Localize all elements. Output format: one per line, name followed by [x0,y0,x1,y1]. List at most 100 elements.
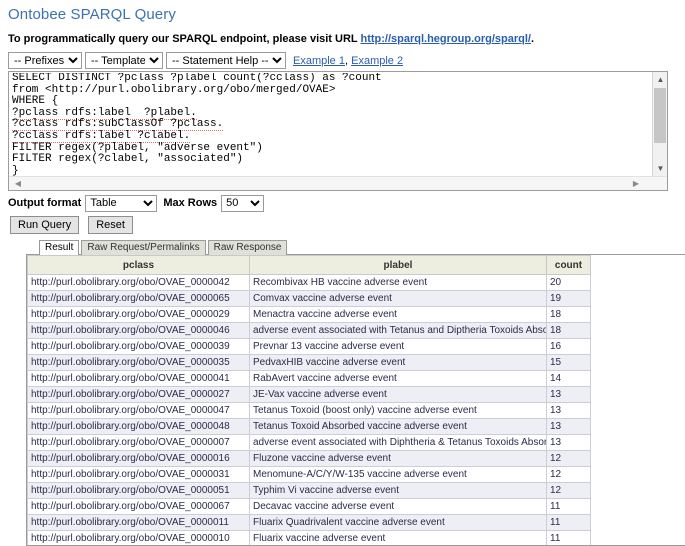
table-row: http://purl.obolibrary.org/obo/OVAE_0000… [28,531,591,546]
cell-count: 13 [547,419,591,435]
cell-pclass: http://purl.obolibrary.org/obo/OVAE_0000… [28,371,250,387]
cell-count: 16 [547,339,591,355]
scroll-down-icon[interactable]: ▼ [653,161,668,176]
query-line-8: FILTER regex(?clabel, "associated") [12,153,243,165]
table-row: http://purl.obolibrary.org/obo/OVAE_0000… [28,403,591,419]
cell-pclass: http://purl.obolibrary.org/obo/OVAE_0000… [28,435,250,451]
cell-count: 20 [547,275,591,291]
cell-pclass: http://purl.obolibrary.org/obo/OVAE_0000… [28,275,250,291]
table-row: http://purl.obolibrary.org/obo/OVAE_0000… [28,339,591,355]
cell-pclass: http://purl.obolibrary.org/obo/OVAE_0000… [28,355,250,371]
scroll-right-icon[interactable]: ▶ [629,177,643,190]
table-row: http://purl.obolibrary.org/obo/OVAE_0000… [28,371,591,387]
run-query-button[interactable]: Run Query [10,216,79,234]
cell-plabel: Tetanus Toxoid Absorbed vaccine adverse … [250,419,547,435]
cell-pclass: http://purl.obolibrary.org/obo/OVAE_0000… [28,307,250,323]
cell-pclass: http://purl.obolibrary.org/obo/OVAE_0000… [28,483,250,499]
cell-pclass: http://purl.obolibrary.org/obo/OVAE_0000… [28,499,250,515]
cell-count: 12 [547,467,591,483]
table-row: http://purl.obolibrary.org/obo/OVAE_0000… [28,499,591,515]
table-row: http://purl.obolibrary.org/obo/OVAE_0000… [28,275,591,291]
cell-plabel: adverse event associated with Diphtheria… [250,435,547,451]
tab-raw-response[interactable]: Raw Response [208,240,288,255]
cell-pclass: http://purl.obolibrary.org/obo/OVAE_0000… [28,451,250,467]
editor-horizontal-scrollbar[interactable]: ◀ ▶ [9,176,667,190]
query-line-1: SELECT DISTINCT ?pclass ?plabel count(?c… [12,73,382,84]
scroll-up-icon[interactable]: ▲ [653,72,668,87]
cell-count: 12 [547,451,591,467]
cell-plabel: Comvax vaccine adverse event [250,291,547,307]
cell-pclass: http://purl.obolibrary.org/obo/OVAE_0000… [28,531,250,546]
cell-count: 18 [547,323,591,339]
cell-plabel: Menomune-A/C/Y/W-135 vaccine adverse eve… [250,467,547,483]
column-header-plabel: plabel [250,256,547,275]
cell-plabel: Recombivax HB vaccine adverse event [250,275,547,291]
cell-plabel: Fluarix Quadrivalent vaccine adverse eve… [250,515,547,531]
cell-count: 14 [547,371,591,387]
cell-plabel: Fluarix vaccine adverse event [250,531,547,546]
example-1-link[interactable]: Example 1 [293,55,345,67]
tab-result[interactable]: Result [39,240,79,255]
max-rows-label: Max Rows [163,197,217,209]
column-header-count: count [547,256,591,275]
cell-pclass: http://purl.obolibrary.org/obo/OVAE_0000… [28,323,250,339]
reset-button[interactable]: Reset [88,216,133,234]
output-options-row: Output format Table Max Rows 50 [8,194,685,212]
query-helper-selects: -- Prefixes -- -- Template -- -- Stateme… [8,52,685,69]
cell-plabel: Fluzone vaccine adverse event [250,451,547,467]
query-line-2: from <http://purl.obolibrary.org/obo/mer… [12,84,335,96]
cell-count: 11 [547,515,591,531]
table-row: http://purl.obolibrary.org/obo/OVAE_0000… [28,323,591,339]
query-line-3: WHERE { [12,95,58,107]
statement-help-select[interactable]: -- Statement Help -- [166,52,286,69]
example-2-link[interactable]: Example 2 [351,55,403,67]
result-table-head: pclass plabel count [28,256,591,275]
sparql-query-text[interactable]: SELECT DISTINCT ?pclass ?plabel count(?c… [12,73,642,179]
cell-plabel: RabAvert vaccine adverse event [250,371,547,387]
tab-raw-request-permalinks[interactable]: Raw Request/Permalinks [81,240,205,255]
query-line-9: } [12,165,19,177]
table-row: http://purl.obolibrary.org/obo/OVAE_0000… [28,515,591,531]
cell-pclass: http://purl.obolibrary.org/obo/OVAE_0000… [28,387,250,403]
table-row: http://purl.obolibrary.org/obo/OVAE_0000… [28,467,591,483]
cell-plabel: adverse event associated with Tetanus an… [250,323,547,339]
table-row: http://purl.obolibrary.org/obo/OVAE_0000… [28,451,591,467]
cell-count: 12 [547,483,591,499]
cell-count: 13 [547,387,591,403]
result-panel: pclass plabel count http://purl.obolibra… [26,254,685,546]
sparql-query-editor[interactable]: SELECT DISTINCT ?pclass ?plabel count(?c… [8,71,668,191]
scroll-left-icon[interactable]: ◀ [11,177,25,190]
cell-plabel: Tetanus Toxoid (boost only) vaccine adve… [250,403,547,419]
column-header-pclass: pclass [28,256,250,275]
page-title: Ontobee SPARQL Query [8,6,685,23]
table-row: http://purl.obolibrary.org/obo/OVAE_0000… [28,435,591,451]
table-row: http://purl.obolibrary.org/obo/OVAE_0000… [28,419,591,435]
output-format-select[interactable]: Table [85,195,157,212]
max-rows-select[interactable]: 50 [221,195,264,212]
result-table-body: http://purl.obolibrary.org/obo/OVAE_0000… [28,275,591,546]
examples-links: Example 1, Example 2 [293,55,403,67]
result-tabs: Result Raw Request/Permalinks Raw Respon… [39,240,685,255]
vertical-scroll-thumb[interactable] [654,88,666,143]
cell-pclass: http://purl.obolibrary.org/obo/OVAE_0000… [28,515,250,531]
cell-count: 11 [547,531,591,546]
cell-plabel: Menactra vaccine adverse event [250,307,547,323]
cell-count: 13 [547,403,591,419]
intro-text: To programmatically query our SPARQL end… [8,33,360,45]
cell-pclass: http://purl.obolibrary.org/obo/OVAE_0000… [28,291,250,307]
query-line-7: FILTER regex(?plabel, "adverse event") [12,142,263,154]
cell-plabel: Typhim Vi vaccine adverse event [250,483,547,499]
output-format-label: Output format [8,197,81,209]
query-actions: Run Query Reset [10,216,685,234]
template-select[interactable]: -- Template -- [85,52,163,69]
intro-period: . [531,33,534,45]
cell-pclass: http://purl.obolibrary.org/obo/OVAE_0000… [28,467,250,483]
sparql-endpoint-link[interactable]: http://sparql.hegroup.org/sparql/ [360,33,531,45]
editor-vertical-scrollbar[interactable]: ▲ ▼ [652,72,667,176]
table-row: http://purl.obolibrary.org/obo/OVAE_0000… [28,291,591,307]
table-row: http://purl.obolibrary.org/obo/OVAE_0000… [28,483,591,499]
cell-plabel: JE-Vax vaccine adverse event [250,387,547,403]
sparql-query-page: Ontobee SPARQL Query To programmatically… [0,0,685,546]
prefixes-select[interactable]: -- Prefixes -- [8,52,82,69]
cell-count: 18 [547,307,591,323]
